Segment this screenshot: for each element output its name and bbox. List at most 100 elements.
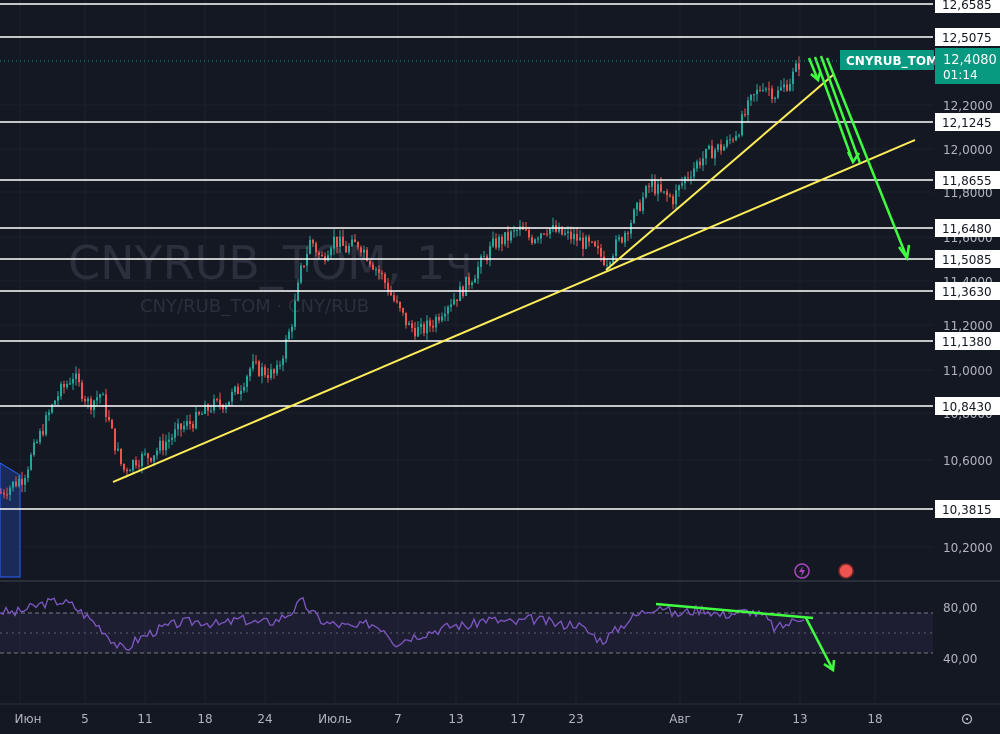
- candle-body: [153, 455, 155, 462]
- time-tick-label: Авг: [669, 712, 691, 726]
- candle-body: [633, 209, 635, 223]
- candle-body: [279, 364, 281, 366]
- candle-body: [201, 413, 203, 415]
- candle-body: [744, 114, 746, 116]
- candle-body: [114, 428, 116, 451]
- price-tick-label: 12,2000: [943, 99, 993, 113]
- level-badge-label: 12,1245: [942, 116, 992, 130]
- candle-body: [747, 100, 749, 116]
- candle-body: [489, 246, 491, 261]
- candle-body: [183, 425, 185, 430]
- candle-body: [18, 478, 20, 487]
- candle-body: [294, 300, 296, 327]
- level-badge-label: 10,8430: [942, 400, 992, 414]
- candle-body: [315, 243, 317, 253]
- candle-body: [87, 398, 89, 402]
- candle-body: [696, 161, 698, 169]
- candle-body: [570, 231, 572, 240]
- candle-body: [210, 410, 212, 412]
- candle-body: [357, 242, 359, 248]
- candle-body: [162, 440, 164, 451]
- candle-body: [261, 367, 263, 376]
- candle-body: [135, 460, 137, 466]
- candle-body: [480, 256, 482, 267]
- candle-body: [258, 361, 260, 376]
- candle-body: [603, 256, 605, 265]
- candle-body: [798, 63, 800, 70]
- candle-body: [573, 233, 575, 240]
- candle-body: [405, 312, 407, 326]
- candle-body: [3, 492, 5, 495]
- candle-body: [339, 236, 341, 247]
- level-badge-label: 11,8655: [942, 174, 992, 188]
- candle-body: [597, 246, 599, 249]
- candle-body: [738, 135, 740, 137]
- candle-body: [777, 90, 779, 98]
- candle-body: [399, 302, 401, 308]
- candle-body: [231, 392, 233, 402]
- candle-body: [594, 241, 596, 247]
- candle-body: [513, 230, 515, 232]
- candle-body: [771, 88, 773, 99]
- candle-body: [69, 383, 71, 385]
- candle-body: [312, 239, 314, 244]
- candle-body: [669, 195, 671, 197]
- candle-body: [150, 458, 152, 462]
- candle-body: [177, 423, 179, 430]
- symbol-badge-label: CNYRUB_TOM: [846, 54, 938, 69]
- candle-body: [138, 465, 140, 467]
- time-tick-label: 18: [867, 712, 882, 726]
- candle-body: [456, 299, 458, 302]
- candle-body: [675, 190, 677, 205]
- candle-body: [174, 429, 176, 438]
- candle-body: [531, 237, 533, 244]
- candle-body: [708, 145, 710, 149]
- candle-body: [582, 237, 584, 249]
- candle-body: [180, 423, 182, 430]
- candle-body: [729, 139, 731, 141]
- level-badge-label: 11,6480: [942, 222, 992, 236]
- candle-body: [495, 238, 497, 248]
- candle-body: [429, 320, 431, 326]
- candle-body: [99, 394, 101, 398]
- candle-body: [243, 386, 245, 391]
- candle-body: [762, 89, 764, 91]
- candle-body: [12, 481, 14, 488]
- time-tick-label: 5: [81, 712, 89, 726]
- candle-body: [528, 230, 530, 238]
- level-badge-label: 11,5085: [942, 253, 992, 267]
- candle-body: [39, 431, 41, 442]
- candle-body: [318, 252, 320, 256]
- candle-body: [60, 383, 62, 397]
- chart-canvas[interactable]: CNYRUB_TOM, 1ч CNY/RUB_TOM · CNY/RUB 12,…: [0, 0, 1000, 730]
- candle-body: [75, 373, 77, 379]
- time-tick-label: 7: [736, 712, 744, 726]
- candle-body: [237, 386, 239, 394]
- candle-body: [141, 453, 143, 467]
- candle-body: [132, 460, 134, 471]
- candle-body: [420, 324, 422, 328]
- candle-body: [285, 339, 287, 359]
- rsi-tick-label: 40,00: [943, 652, 977, 666]
- candle-body: [441, 316, 443, 321]
- candle-body: [186, 421, 188, 426]
- candle-body: [660, 184, 662, 192]
- candle-body: [492, 238, 494, 247]
- candle-body: [585, 236, 587, 249]
- candle-body: [123, 463, 125, 470]
- candle-body: [543, 233, 545, 235]
- candle-body: [327, 255, 329, 261]
- record-icon[interactable]: [838, 563, 854, 579]
- candle-body: [171, 437, 173, 440]
- level-badge-label: 12,5075: [942, 31, 992, 45]
- candle-body: [246, 376, 248, 387]
- candle-body: [648, 186, 650, 188]
- candle-body: [81, 382, 83, 399]
- candle-body: [84, 398, 86, 402]
- candle-body: [786, 84, 788, 91]
- candle-body: [447, 306, 449, 314]
- candle-body: [273, 369, 275, 374]
- price-tick-label: 10,6000: [943, 454, 993, 468]
- candle-body: [72, 378, 74, 384]
- candle-body: [693, 168, 695, 177]
